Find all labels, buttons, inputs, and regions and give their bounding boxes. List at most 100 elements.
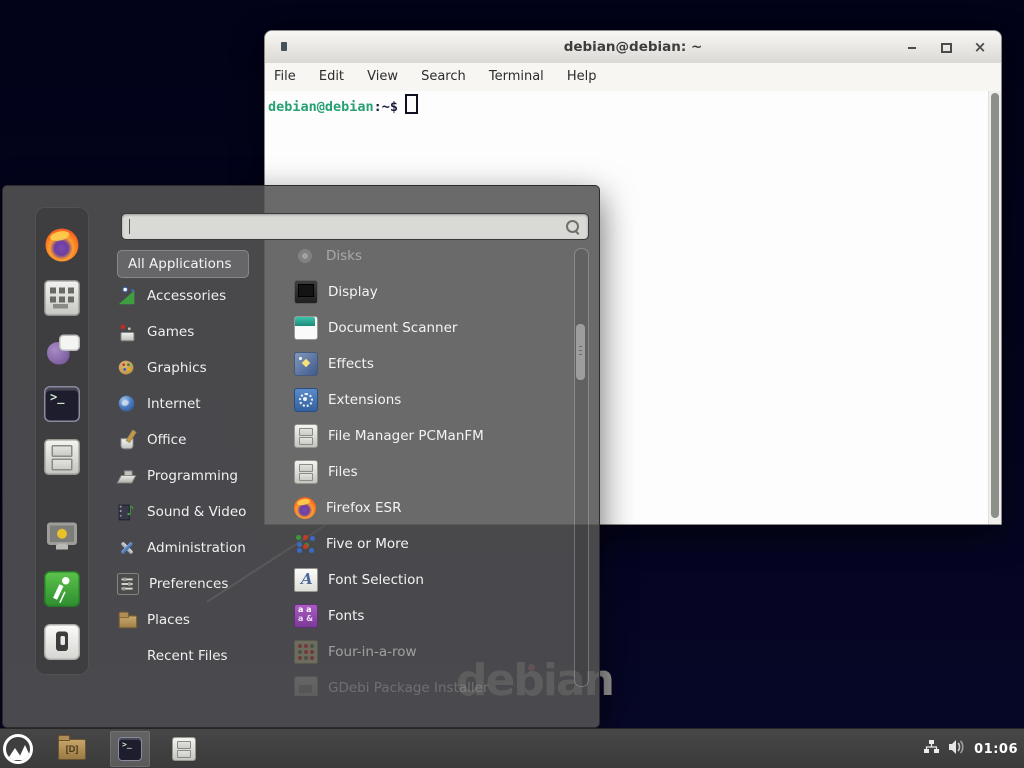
maximize-button[interactable]	[937, 38, 955, 56]
firefox-icon	[46, 228, 79, 261]
app-list-scrollbar[interactable]	[574, 248, 589, 687]
terminal-menu-item[interactable]: Help	[558, 63, 606, 91]
internet-icon	[117, 394, 137, 414]
category-item[interactable]: Graphics	[116, 350, 276, 386]
favorite-app-button[interactable]	[37, 218, 87, 271]
gdebi-icon	[294, 676, 318, 696]
folder-badge: [D]	[59, 740, 85, 759]
shutdown-icon	[44, 624, 80, 660]
category-item[interactable]: Games	[116, 314, 276, 350]
application-label: Effects	[328, 356, 374, 372]
category-label: Accessories	[147, 288, 226, 304]
terminal-menu-item[interactable]: File	[265, 63, 305, 91]
office-icon	[117, 430, 137, 450]
application-item[interactable]: Disks	[284, 241, 572, 274]
terminal-menu-item[interactable]: View	[358, 63, 407, 91]
extensions-icon	[294, 388, 318, 412]
taskbar: [D]	[0, 728, 1024, 768]
search-icon	[566, 220, 579, 233]
favorite-app-button[interactable]	[37, 430, 87, 483]
favorites-bottom	[37, 509, 87, 668]
application-item[interactable]: Extensions	[284, 382, 572, 418]
application-label: Firefox ESR	[326, 500, 401, 516]
category-item[interactable]: Office	[116, 422, 276, 458]
application-item[interactable]: Firefox ESR	[284, 490, 572, 526]
category-label: Games	[147, 324, 194, 340]
app-list-scrollbar-thumb[interactable]	[576, 324, 585, 380]
folder-icon: [D]	[58, 739, 86, 760]
terminal-menu-item[interactable]: Terminal	[480, 63, 553, 91]
application-item[interactable]: Files	[284, 454, 572, 490]
category-label: Places	[147, 612, 190, 628]
menu-launcher-button[interactable]	[3, 734, 33, 764]
menu-search-box	[121, 213, 589, 240]
application-item[interactable]: Font Selection	[284, 562, 572, 598]
clock[interactable]: 01:06	[974, 742, 1018, 757]
application-item[interactable]: GDebi Package Installer	[284, 670, 572, 696]
category-item[interactable]: Administration	[116, 530, 276, 566]
application-item[interactable]: Fonts	[284, 598, 572, 634]
cabinet-icon	[44, 439, 80, 475]
fonts-icon	[294, 604, 318, 628]
minimize-button[interactable]	[903, 38, 921, 56]
network-icon[interactable]	[923, 739, 940, 759]
category-label: Preferences	[149, 576, 228, 592]
terminal-scrollbar[interactable]	[988, 91, 1001, 524]
category-item[interactable]: Preferences	[116, 566, 276, 602]
session-button[interactable]	[37, 509, 87, 562]
taskbar-left: [D]	[0, 729, 204, 768]
scanner-icon	[294, 316, 318, 340]
application-item[interactable]: Display	[284, 274, 572, 310]
administration-icon	[117, 538, 137, 558]
favorite-app-button[interactable]	[37, 271, 87, 324]
taskbar-terminal-button[interactable]	[110, 731, 150, 767]
volume-icon[interactable]	[948, 739, 966, 759]
category-item[interactable]: Places	[116, 602, 276, 638]
four-in-a-row-icon	[294, 640, 318, 664]
application-item[interactable]: Five or More	[284, 526, 572, 562]
application-item[interactable]: Document Scanner	[284, 310, 572, 346]
application-item[interactable]: Four-in-a-row	[284, 634, 572, 670]
desktop-folder-button[interactable]: [D]	[42, 731, 102, 767]
category-item[interactable]: Internet	[116, 386, 276, 422]
application-label: File Manager PCManFM	[328, 428, 484, 444]
category-list: Accessories Games Graphics Internet	[116, 278, 276, 674]
category-label: Sound & Video	[147, 504, 246, 520]
terminal-menu-item[interactable]: Edit	[310, 63, 353, 91]
desktop: debian debian@debian: ~ × File Edit View…	[0, 0, 1024, 768]
window-controls: ×	[903, 31, 989, 63]
favorites-top	[37, 206, 87, 483]
session-button[interactable]	[37, 615, 87, 668]
category-all-applications[interactable]: All Applications	[117, 250, 249, 278]
display-icon	[294, 280, 318, 304]
favorite-app-button[interactable]	[37, 324, 87, 377]
prompt-user-host: debian@debian	[268, 99, 374, 115]
close-button[interactable]: ×	[971, 38, 989, 56]
taskbar-files-button[interactable]	[164, 731, 204, 767]
application-item[interactable]: Effects	[284, 346, 572, 382]
application-item[interactable]: File Manager PCManFM	[284, 418, 572, 454]
category-item[interactable]: Accessories	[116, 278, 276, 314]
terminal-titlebar[interactable]: debian@debian: ~ ×	[265, 31, 1001, 64]
firefox-icon	[294, 497, 316, 519]
terminal-icon	[44, 386, 80, 422]
places-icon	[117, 610, 137, 630]
search-input[interactable]	[130, 216, 550, 235]
application-label: Disks	[326, 248, 362, 264]
five-or-more-icon	[294, 533, 316, 555]
preferences-icon	[117, 573, 139, 595]
terminal-scrollbar-thumb[interactable]	[991, 93, 999, 518]
application-label: Fonts	[328, 608, 364, 624]
screensaver-icon	[46, 519, 79, 552]
graphics-icon	[117, 358, 137, 378]
category-item[interactable]: Programming	[116, 458, 276, 494]
terminal-menubar: File Edit View Search Terminal Help	[265, 63, 1001, 92]
terminal-menu-item[interactable]: Search	[412, 63, 475, 91]
category-item[interactable]: Sound & Video	[116, 494, 276, 530]
session-button[interactable]	[37, 562, 87, 615]
favorite-app-button[interactable]	[37, 377, 87, 430]
application-label: Four-in-a-row	[328, 644, 417, 660]
category-item[interactable]: Recent Files	[116, 638, 276, 674]
accessories-icon	[117, 286, 137, 306]
font-selection-icon	[294, 568, 318, 592]
